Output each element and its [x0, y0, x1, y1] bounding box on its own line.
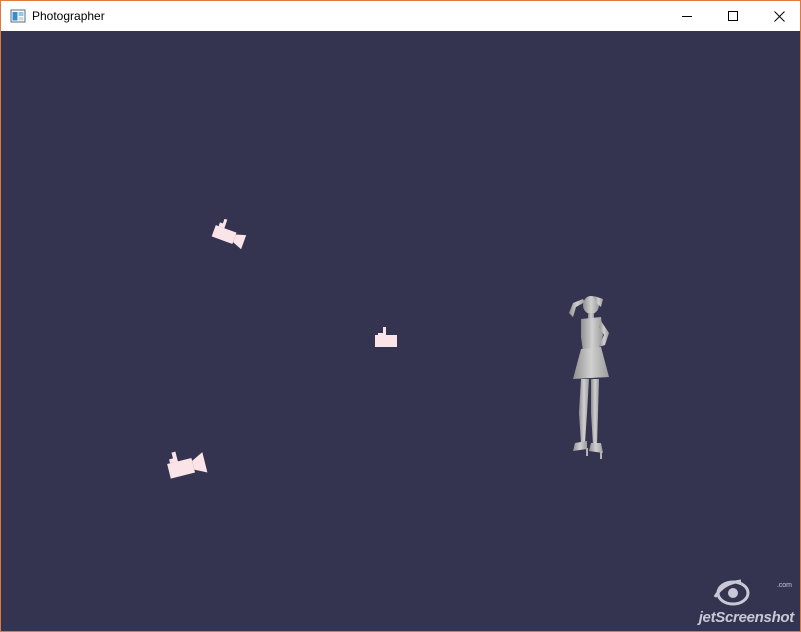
app-window: Photographer .com jetScreenshot [0, 0, 801, 632]
app-icon [10, 8, 26, 24]
minimize-button[interactable] [664, 1, 710, 31]
watermark-suffix: .com [776, 582, 792, 589]
watermark-text: jetScreenshot [698, 609, 795, 626]
maximize-icon [728, 11, 738, 21]
close-button[interactable] [756, 1, 800, 31]
watermark: .com jetScreenshot [681, 577, 796, 629]
minimize-icon [682, 16, 692, 17]
title-bar[interactable]: Photographer [1, 1, 800, 31]
jetscreenshot-logo-icon [713, 579, 750, 606]
window-title: Photographer [32, 9, 105, 23]
camera-icon[interactable] [209, 219, 253, 253]
camera-icon[interactable] [372, 325, 400, 349]
close-icon [773, 10, 785, 22]
maximize-button[interactable] [710, 1, 756, 31]
camera-icon[interactable] [163, 445, 213, 485]
render-viewport[interactable]: .com jetScreenshot [1, 31, 800, 631]
female-figure[interactable] [561, 293, 617, 471]
